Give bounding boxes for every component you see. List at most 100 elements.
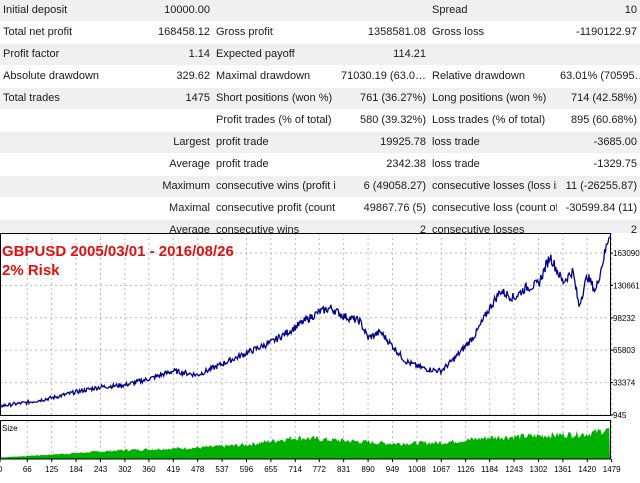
stats-label1: Profit factor <box>0 43 120 66</box>
stats-label3: Loss trades (% of total) <box>429 109 557 132</box>
stats-row: Absolute drawdown 329.62 Maximal drawdown 7… <box>0 65 640 88</box>
stats-value2: 49867.76 (5) <box>336 197 429 220</box>
stats-label1 <box>0 131 120 154</box>
stats-label3: consecutive losses (loss in … <box>429 175 557 198</box>
x-tick-label: 243 <box>94 465 108 474</box>
stats-label3: consecutive loss (count of l… <box>429 197 557 220</box>
stats-value3: 63.01% (70595… <box>557 65 640 88</box>
stats-row: Largest profit trade 19925.78 loss trade -36… <box>0 131 640 154</box>
stats-value3: -1190122.97 <box>557 21 640 44</box>
stats-value1: 329.62 <box>120 65 213 88</box>
stats-label3: loss trade <box>429 153 557 176</box>
x-tick-label: 714 <box>289 465 303 474</box>
stats-value3: 11 (-26255.87) <box>557 175 640 198</box>
chart-subtitle: 2% Risk <box>2 262 60 279</box>
stats-value1: Maximal <box>120 197 213 220</box>
x-tick-label: 831 <box>337 465 351 474</box>
x-tick-label: 1243 <box>505 465 523 474</box>
stats-label2: consecutive profit (count o… <box>213 197 336 220</box>
stats-row: Maximalconsecutive profit (count o…49867… <box>0 197 640 220</box>
x-tick-label: 1067 <box>432 465 450 474</box>
stats-label1: Initial deposit <box>0 0 120 22</box>
stats-row: Profit trades (% of total) 580 (39.32%) Lo… <box>0 109 640 132</box>
stats-label1: Total net profit <box>0 21 120 44</box>
stats-label2: profit trade <box>213 131 336 154</box>
stats-row: Profit factor 1.14 Expected payoff 114.21 <box>0 43 640 66</box>
x-tick-label: 772 <box>313 465 327 474</box>
y-tick-label: 65803 <box>613 346 636 355</box>
stats-value2: 761 (36.27%) <box>336 87 429 110</box>
stats-label2 <box>213 0 336 22</box>
stats-label1 <box>0 175 120 198</box>
x-tick-label: 1302 <box>530 465 548 474</box>
stats-value2: 71030.19 (63.0… <box>336 65 429 88</box>
stats-value3: -1329.75 <box>557 153 640 176</box>
stats-table: Initial deposit 10000.00 Spread 10 Total net… <box>0 0 640 242</box>
y-tick-label: 130661 <box>613 281 640 290</box>
x-tick-label: 419 <box>167 465 181 474</box>
stats-label1 <box>0 153 120 176</box>
size-label: Size <box>2 424 18 433</box>
x-tick-label: 890 <box>361 465 375 474</box>
stats-value1: 1.14 <box>120 43 213 66</box>
y-tick-label: 945 <box>613 411 627 420</box>
stats-label1: Absolute drawdown <box>0 65 120 88</box>
y-tick-label: 163090 <box>613 249 640 258</box>
stats-label2: profit trade <box>213 153 336 176</box>
stats-label1: Total trades <box>0 87 120 110</box>
stats-value2: 1358581.08 <box>336 21 429 44</box>
stats-value1: Maximum <box>120 175 213 198</box>
stats-label3 <box>429 43 557 66</box>
stats-value3: 10 <box>557 0 640 22</box>
equity-chart: 9453337465803982321306611630900661251842… <box>0 233 640 480</box>
stats-value1: 10000.00 <box>120 0 213 22</box>
stats-row: Maximumconsecutive wins (profit in …6 (4… <box>0 175 640 198</box>
stats-value3: -3685.00 <box>557 131 640 154</box>
y-tick-label: 98232 <box>613 314 636 323</box>
stats-value2: 2342.38 <box>336 153 429 176</box>
x-tick-label: 655 <box>264 465 278 474</box>
stats-value2: 19925.78 <box>336 131 429 154</box>
x-tick-label: 302 <box>118 465 132 474</box>
x-tick-label: 1420 <box>578 465 596 474</box>
x-tick-label: 125 <box>45 465 59 474</box>
stats-row: Total trades 1475 Short positions (won %) 7… <box>0 87 640 110</box>
x-tick-label: 1479 <box>603 465 621 474</box>
x-tick-label: 478 <box>191 465 205 474</box>
stats-label2: consecutive wins (profit in … <box>213 175 336 198</box>
stats-value1: Largest <box>120 131 213 154</box>
chart-title: GBPUSD 2005/03/01 - 2016/08/26 <box>2 243 234 260</box>
x-tick-label: 537 <box>215 465 229 474</box>
stats-label3: Long positions (won %) <box>429 87 557 110</box>
x-tick-label: 1361 <box>554 465 572 474</box>
stats-row: Initial deposit 10000.00 Spread 10 <box>0 0 640 22</box>
stats-value2: 6 (49058.27) <box>336 175 429 198</box>
stats-value2 <box>336 0 429 22</box>
stats-row: Total net profit 168458.12 Gross profit 135… <box>0 21 640 44</box>
x-tick-label: 66 <box>23 465 32 474</box>
stats-label2: Expected payoff <box>213 43 336 66</box>
stats-label2: Profit trades (% of total) <box>213 109 336 132</box>
x-tick-label: 1008 <box>408 465 426 474</box>
stats-value3: 895 (60.68%) <box>557 109 640 132</box>
stats-label2: Gross profit <box>213 21 336 44</box>
y-tick-label: 33374 <box>613 379 636 388</box>
x-tick-label: 1184 <box>481 465 499 474</box>
stats-label2: Maximal drawdown <box>213 65 336 88</box>
stats-value3: 714 (42.58%) <box>557 87 640 110</box>
stats-label1 <box>0 197 120 220</box>
stats-row: Average profit trade 2342.38 loss trade -132… <box>0 153 640 176</box>
stats-label1 <box>0 109 120 132</box>
stats-label3: Spread <box>429 0 557 22</box>
stats-value3 <box>557 43 640 66</box>
x-tick-label: 949 <box>386 465 400 474</box>
stats-value1: Average <box>120 153 213 176</box>
chart-svg: 9453337465803982321306611630900661251842… <box>0 233 640 480</box>
stats-body: Initial deposit 10000.00 Spread 10 Total net… <box>0 0 640 242</box>
stats-value1: 168458.12 <box>120 21 213 44</box>
stats-value2: 114.21 <box>336 43 429 66</box>
stats-value1: 1475 <box>120 87 213 110</box>
x-tick-label: 360 <box>142 465 156 474</box>
x-tick-label: 596 <box>240 465 254 474</box>
stats-value1 <box>120 109 213 132</box>
